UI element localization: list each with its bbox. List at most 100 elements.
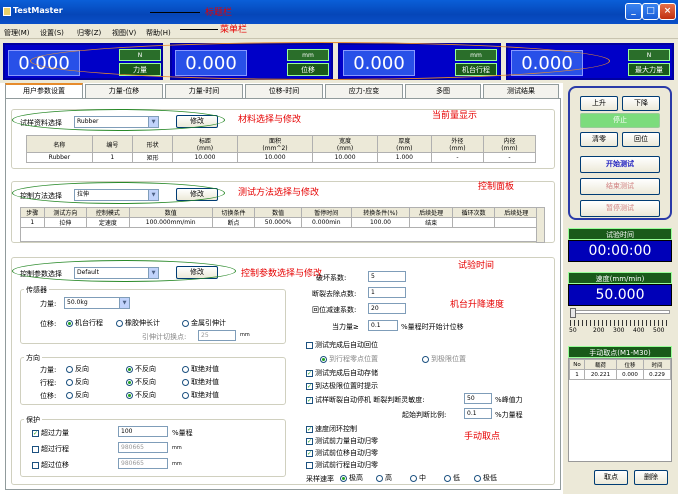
speed-slider-track[interactable] [570,310,670,314]
radio-icon [66,378,73,386]
table-cell: 10.000 [312,152,378,163]
method-col-header: 数值 [254,207,302,218]
sensitivity-input[interactable]: 50 [464,393,492,404]
dir-force-normal[interactable]: 不反向 [126,364,156,374]
pause-test-button[interactable]: 暂停测试 [580,200,660,217]
disp-source-metal[interactable]: 金属引伸计 [182,318,226,328]
remove-points-input[interactable]: 1 [368,287,406,298]
table-row[interactable]: Rubber 1 矩形 10.000 10.000 10.000 1.000 -… [26,152,537,163]
tab-user-params[interactable]: 用户参数设置 [5,83,83,98]
rate-veryhigh-radio[interactable]: 极高 [340,473,363,483]
start-ratio-input[interactable]: 0.1 [464,408,492,419]
table-row[interactable]: 1 拉伸 定速度 100.000mm/min 断点 50.000% 0.000m… [20,217,538,228]
break-stop-check[interactable]: ✓ 试样断裂自动停机 断裂判断灵敏度: [306,395,425,405]
speed-header: 速度(mm/min) [568,272,672,284]
material-col-header: 名称 [26,135,93,153]
down-button[interactable]: 下降 [622,96,660,111]
speed-loop-check[interactable]: ✓ 速度闭环控制 [306,424,357,434]
stroke-zero-check[interactable]: 测试前行程自动归零 [306,460,378,470]
app-icon [3,7,11,16]
menu-zero[interactable]: 归零(Z) [77,28,101,38]
radio-label: 极高 [349,474,363,482]
table-cell: 0.000min [301,217,352,228]
tab-force-disp[interactable]: 力量-位移 [85,84,163,98]
method-table-scrollbar[interactable] [536,207,545,243]
return-to-zero-radio[interactable]: 到行程零点位置 [320,354,378,364]
return-to-limit-radio[interactable]: 到极限位置 [422,354,466,364]
material-col-header: 外径 (mm) [430,135,484,153]
maximize-button[interactable]: □ [642,3,659,20]
checkbox-label: 速度闭环控制 [315,425,357,433]
dir-force-reverse[interactable]: 反向 [66,364,89,374]
checkbox-label: 到达极限位置时提示 [315,382,378,390]
tab-multi[interactable]: 多图 [405,84,481,98]
speed-slider-handle[interactable] [570,308,576,318]
start-test-button[interactable]: 开始测试 [580,156,660,173]
clear-button[interactable]: 清零 [580,132,618,147]
dir-stroke-reverse[interactable]: 反向 [66,377,89,387]
method-table: 步骤 测试方向 控制模式 数值 切换条件 数值 暂停时间 转换条件(%) 后续处… [20,207,538,242]
method-col-header: 测试方向 [43,207,88,218]
limit-alert-check[interactable]: ✓ 到达极限位置时提示 [306,381,378,391]
protect-stroke-input[interactable]: 980665 [118,442,168,453]
rate-low-radio[interactable]: 低 [444,473,460,483]
tab-results[interactable]: 测试结果 [483,84,559,98]
material-col-name: 厚度 [398,138,411,145]
menu-settings[interactable]: 设置(S) [40,28,64,38]
checkbox-icon: ✓ [306,382,313,390]
force-threshold-input[interactable]: 0.1 [368,320,398,331]
close-button[interactable]: × [659,3,676,20]
rate-high-radio[interactable]: 高 [376,473,392,483]
material-col-unit: (mm) [449,145,466,152]
force-range-label: 力量: [40,300,57,308]
table-cell: 断点 [211,217,256,228]
menu-manage[interactable]: 管理(M) [4,28,30,38]
disp-zero-check[interactable]: ✓ 测试前位移自动归零 [306,448,378,458]
stop-button[interactable]: 停止 [580,113,660,128]
protect-disp-input[interactable]: 980665 [118,458,168,469]
checkbox-icon: ✓ [306,396,313,404]
dir-stroke-normal[interactable]: 不反向 [126,377,156,387]
return-button[interactable]: 回位 [622,132,660,147]
protect-force-check[interactable]: ✓ 超过力量 [32,428,69,438]
dir-disp-reverse[interactable]: 反向 [66,390,89,400]
disp-source-stroke[interactable]: 机台行程 [66,318,103,328]
auto-return-check[interactable]: 测试完成后自动回位 [306,340,378,350]
radio-label: 低 [453,474,460,482]
force-zero-check[interactable]: ✓ 测试前力量自动归零 [306,436,378,446]
protect-force-input[interactable]: 100 [118,426,168,437]
rate-medium-radio[interactable]: 中 [410,473,426,483]
protect-disp-check[interactable]: 超过位移 [32,460,69,470]
menu-view[interactable]: 视图(V) [112,28,136,38]
table-cell [451,217,496,228]
switch-point-input[interactable]: 25 [198,330,236,341]
checkbox-label: 测试完成后自动存储 [315,369,378,377]
tab-disp-time[interactable]: 位移-时间 [245,84,323,98]
auto-save-check[interactable]: ✓ 测试完成后自动存储 [306,368,378,378]
protect-stroke-check[interactable]: 超过行程 [32,444,69,454]
material-col-unit: (mm) [501,145,518,152]
material-col-header: 宽度 (mm) [312,135,378,153]
end-test-button[interactable]: 结束测试 [580,178,660,195]
dir-disp-abs[interactable]: 取绝对值 [182,390,219,400]
force-threshold-label: 当力量≥ [332,323,359,331]
dir-stroke-abs[interactable]: 取绝对值 [182,377,219,387]
up-button[interactable]: 上升 [580,96,618,111]
tab-force-time[interactable]: 力量-时间 [165,84,243,98]
disp-source-rubber[interactable]: 橡胶伸长计 [116,318,160,328]
table-row[interactable]: 1 20.221 0.000 0.229 [568,369,671,380]
pick-point-button[interactable]: 取点 [594,470,628,485]
minimize-button[interactable]: _ [625,3,642,20]
delete-point-button[interactable]: 删除 [634,470,668,485]
dir-disp-normal[interactable]: 不反向 [126,390,156,400]
force-range-select[interactable]: 50.0kg ▼ [64,297,130,309]
menu-help[interactable]: 帮助(H) [146,28,171,38]
break-coef-input[interactable]: 5 [368,271,406,282]
return-coef-input[interactable]: 20 [368,303,406,314]
rate-verylow-radio[interactable]: 极低 [474,473,497,483]
material-col-name: 外径 [451,138,464,145]
max-force-unit[interactable]: N [628,49,670,61]
dir-force-abs[interactable]: 取绝对值 [182,364,219,374]
tab-stress-strain[interactable]: 应力-应变 [325,84,403,98]
material-col-header: 面积 (mm^2) [236,135,314,153]
